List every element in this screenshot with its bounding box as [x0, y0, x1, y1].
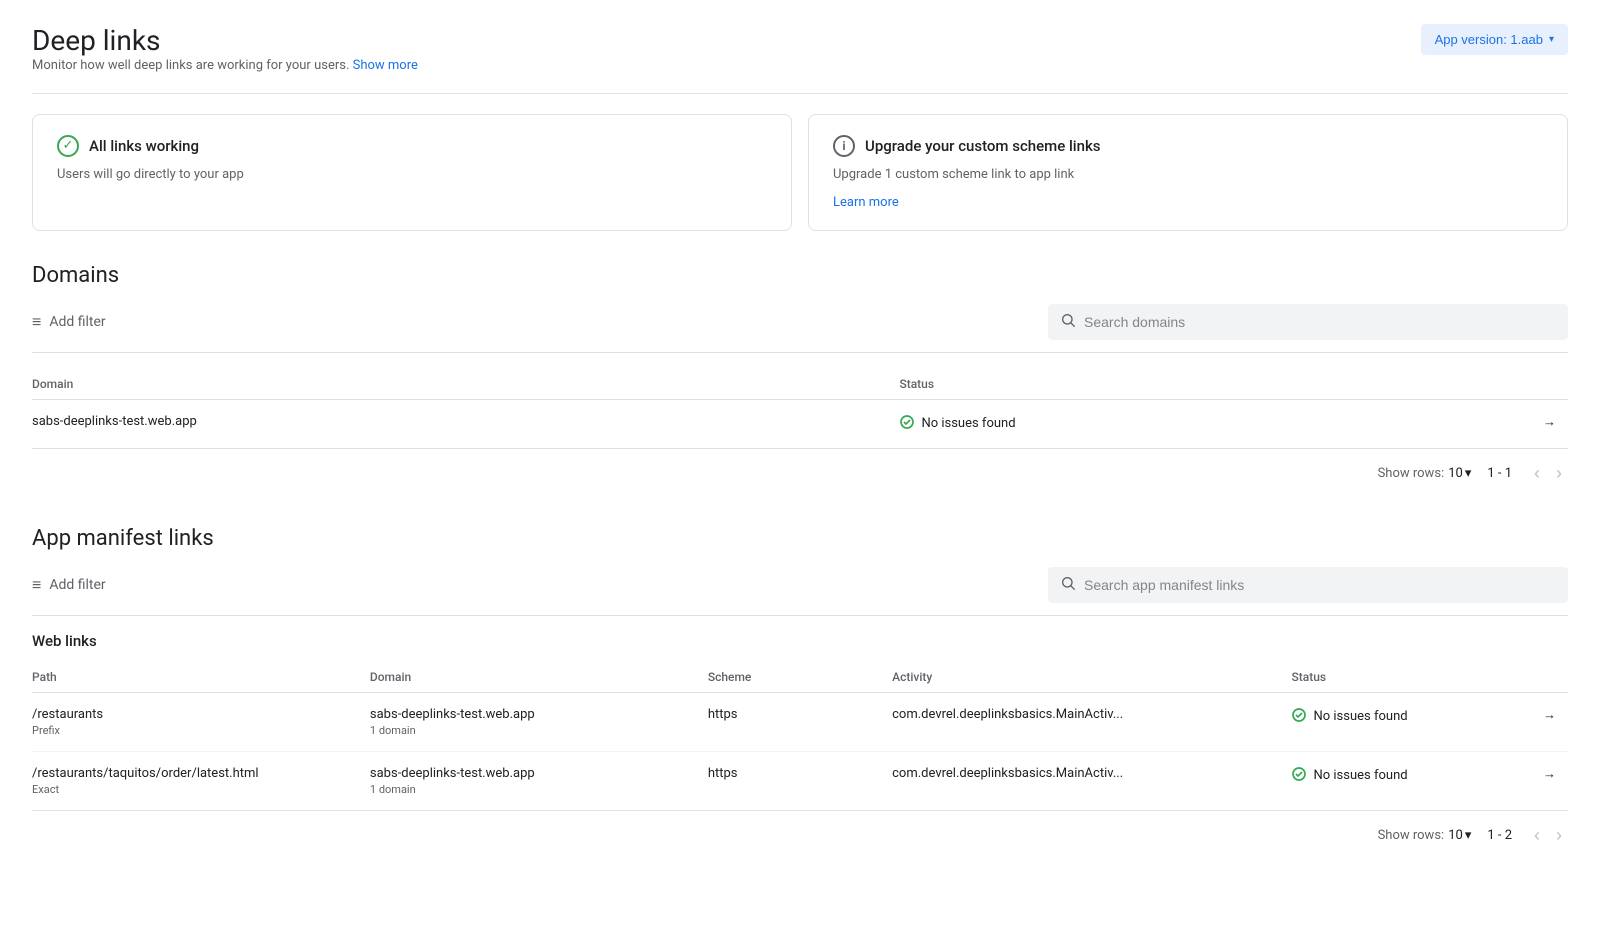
col-header-scheme: Scheme	[708, 662, 892, 693]
domain-cell: sabs-deeplinks-test.web.app 1 domain	[370, 751, 708, 810]
col-header-domain: Domain	[370, 662, 708, 693]
upgrade-scheme-card: i Upgrade your custom scheme links Upgra…	[808, 114, 1568, 231]
domains-prev-btn[interactable]: ‹	[1528, 461, 1546, 486]
page-title: Deep links	[32, 24, 418, 58]
page-header: Deep links Monitor how well deep links a…	[32, 24, 1568, 77]
domains-table: Domain Status sabs-deeplinks-test.web.ap…	[32, 369, 1568, 448]
domain-cell: sabs-deeplinks-test.web.app 1 domain	[370, 692, 708, 751]
domains-rows-value[interactable]: 10 ▾	[1448, 466, 1471, 481]
activity-cell: com.devrel.deeplinksbasics.MainActiv...	[892, 751, 1291, 810]
manifest-add-filter-label[interactable]: Add filter	[49, 577, 105, 593]
manifest-table: Path Domain Scheme Activity Status /rest…	[32, 662, 1568, 810]
manifest-row-arrow-1[interactable]: →	[1507, 751, 1568, 810]
card-title-info: Upgrade your custom scheme links	[865, 137, 1101, 155]
header-divider	[32, 93, 1568, 94]
card-title-success: All links working	[89, 137, 199, 155]
domains-section: Domains ≡ Add filter Domain Status	[32, 263, 1568, 494]
status-cards: ✓ All links working Users will go direct…	[32, 114, 1568, 231]
path-cell: /restaurants Prefix	[32, 692, 370, 751]
status-ok-badge: No issues found	[899, 414, 1516, 434]
domain-cell: sabs-deeplinks-test.web.app	[32, 399, 899, 448]
status-cell: No issues found	[899, 399, 1528, 448]
manifest-search-input[interactable]	[1084, 577, 1556, 593]
domains-search-icon	[1060, 312, 1076, 332]
domains-add-filter-label[interactable]: Add filter	[49, 314, 105, 330]
manifest-next-btn[interactable]: ›	[1550, 823, 1568, 848]
domains-pagination: Show rows: 10 ▾ 1 - 1 ‹ ›	[32, 448, 1568, 494]
domains-filter-left[interactable]: ≡ Add filter	[32, 312, 1048, 332]
card-header-info: i Upgrade your custom scheme links	[833, 135, 1543, 157]
manifest-table-body: /restaurants Prefix sabs-deeplinks-test.…	[32, 692, 1568, 810]
card-desc-success: Users will go directly to your app	[57, 167, 767, 182]
path-cell: /restaurants/taquitos/order/latest.html …	[32, 751, 370, 810]
show-more-link[interactable]: Show more	[353, 58, 418, 73]
status-ok-icon	[899, 414, 915, 434]
manifest-filter-bar: ≡ Add filter	[32, 567, 1568, 616]
table-row: /restaurants Prefix sabs-deeplinks-test.…	[32, 692, 1568, 751]
card-desc-info: Upgrade 1 custom scheme link to app link	[833, 167, 1543, 182]
manifest-search-box[interactable]	[1048, 567, 1568, 603]
status-ok-badge: No issues found	[1291, 707, 1494, 727]
status-ok-icon	[1291, 707, 1307, 727]
table-row: sabs-deeplinks-test.web.app No issues fo…	[32, 399, 1568, 448]
scheme-cell: https	[708, 692, 892, 751]
all-links-working-card: ✓ All links working Users will go direct…	[32, 114, 792, 231]
manifest-filter-left[interactable]: ≡ Add filter	[32, 575, 1048, 595]
status-cell: No issues found	[1291, 692, 1506, 751]
manifest-pagination: Show rows: 10 ▾ 1 - 2 ‹ ›	[32, 810, 1568, 856]
col-header-status: Status	[1291, 662, 1506, 693]
manifest-rows-value[interactable]: 10 ▾	[1448, 828, 1471, 843]
domains-search-input[interactable]	[1084, 314, 1556, 330]
domains-next-btn[interactable]: ›	[1550, 461, 1568, 486]
domains-section-title: Domains	[32, 263, 1568, 288]
domains-table-header: Domain Status	[32, 369, 1568, 400]
domains-page-range: 1 - 1	[1487, 466, 1512, 481]
status-cell: No issues found	[1291, 751, 1506, 810]
domains-search-box[interactable]	[1048, 304, 1568, 340]
success-icon: ✓	[57, 135, 79, 157]
domains-row-arrow[interactable]: →	[1528, 399, 1568, 448]
col-header-path: Path	[32, 662, 370, 693]
domains-rows-select: Show rows: 10 ▾	[1378, 466, 1472, 481]
col-header-domain: Domain	[32, 369, 899, 400]
status-ok-badge: No issues found	[1291, 766, 1494, 786]
table-row: /restaurants/taquitos/order/latest.html …	[32, 751, 1568, 810]
status-ok-icon	[1291, 766, 1307, 786]
scheme-cell: https	[708, 751, 892, 810]
header-left: Deep links Monitor how well deep links a…	[32, 24, 418, 77]
domains-filter-bar: ≡ Add filter	[32, 304, 1568, 353]
col-header-activity: Activity	[892, 662, 1291, 693]
manifest-page-nav: ‹ ›	[1528, 823, 1568, 848]
manifest-filter-icon: ≡	[32, 575, 41, 595]
manifest-prev-btn[interactable]: ‹	[1528, 823, 1546, 848]
manifest-row-arrow-0[interactable]: →	[1507, 692, 1568, 751]
page-subtitle: Monitor how well deep links are working …	[32, 58, 418, 73]
manifest-section: App manifest links ≡ Add filter Web link…	[32, 526, 1568, 856]
app-version-button[interactable]: App version: 1.aab ▾	[1421, 24, 1568, 55]
card-header-success: ✓ All links working	[57, 135, 767, 157]
manifest-section-title: App manifest links	[32, 526, 1568, 551]
col-header-status: Status	[899, 369, 1528, 400]
learn-more-link[interactable]: Learn more	[833, 195, 899, 210]
domains-table-body: sabs-deeplinks-test.web.app No issues fo…	[32, 399, 1568, 448]
manifest-search-icon	[1060, 575, 1076, 595]
rows-chevron-icon: ▾	[1465, 828, 1472, 843]
info-icon: i	[833, 135, 855, 157]
manifest-rows-select: Show rows: 10 ▾	[1378, 828, 1472, 843]
activity-cell: com.devrel.deeplinksbasics.MainActiv...	[892, 692, 1291, 751]
manifest-table-header: Path Domain Scheme Activity Status	[32, 662, 1568, 693]
domains-filter-icon: ≡	[32, 312, 41, 332]
manifest-page-range: 1 - 2	[1487, 828, 1512, 843]
app-version-chevron-icon: ▾	[1549, 34, 1554, 45]
domains-page-nav: ‹ ›	[1528, 461, 1568, 486]
rows-chevron-icon: ▾	[1465, 466, 1472, 481]
web-links-subtitle: Web links	[32, 632, 1568, 650]
